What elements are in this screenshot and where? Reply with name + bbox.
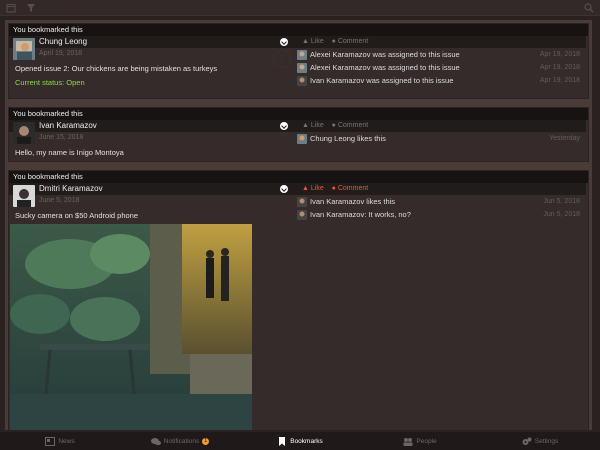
search-icon[interactable] xyxy=(584,3,594,13)
people-icon xyxy=(403,437,413,446)
reactions-panel: ▲ Like ● Comment Alexei Karamazov was as… xyxy=(273,36,586,87)
like-button[interactable]: ▲ Like xyxy=(302,185,324,192)
tab-settings[interactable]: Settings xyxy=(480,432,600,450)
reaction-item: Ivan Karamazov likes this Jun 5, 2018 xyxy=(292,195,586,208)
story-date: June 5, 2018 xyxy=(39,197,80,204)
avatar[interactable] xyxy=(13,38,35,60)
alert-icon xyxy=(273,50,291,68)
tab-news[interactable]: News xyxy=(0,432,120,450)
story-photo[interactable] xyxy=(10,224,252,430)
reaction-item: Chung Leong likes this Yesterday xyxy=(292,132,586,145)
news-icon xyxy=(45,436,56,446)
tab-bookmarks[interactable]: Bookmarks xyxy=(240,432,360,450)
avatar xyxy=(297,76,307,86)
author-line: Chung Leong xyxy=(9,36,292,48)
story-date: April 19, 2018 xyxy=(39,50,83,57)
comment-button[interactable]: ● Comment xyxy=(332,185,369,192)
top-bar xyxy=(0,0,600,16)
card-header: You bookmarked this xyxy=(9,108,588,120)
reaction-item: Ivan Karamazov: It works, no? Jun 5, 201… xyxy=(292,208,586,221)
action-bar: ▲ Like ● Comment xyxy=(292,183,586,195)
author-line: Dmitri Karamazov xyxy=(9,183,292,195)
bookmark-icon xyxy=(279,436,286,446)
chat-bubbles-icon xyxy=(150,437,161,445)
story-card: You bookmarked this Ivan Karamazov June … xyxy=(8,107,589,162)
reactions-panel: ▲ Like ● Comment Ivan Karamazov likes th… xyxy=(292,183,586,221)
filter-icon[interactable] xyxy=(26,3,36,13)
author-line: Ivan Karamazov xyxy=(9,120,292,132)
avatar[interactable] xyxy=(13,122,35,144)
story-text: Opened issue 2: Our chickens are being m… xyxy=(15,64,218,73)
story-contents: Dmitri Karamazov June 5, 2018 Sucky came… xyxy=(9,183,292,221)
avatar xyxy=(297,134,307,144)
card-header: You bookmarked this xyxy=(9,24,588,36)
story-text: Hello, my name is Inigo Montoya xyxy=(15,148,124,157)
avatar xyxy=(297,210,307,220)
comment-button[interactable]: ● Comment xyxy=(332,122,369,129)
author-name[interactable]: Chung Leong xyxy=(39,37,87,46)
story-card: You bookmarked this Chung Leong April 19… xyxy=(8,23,589,99)
card-header: You bookmarked this xyxy=(9,171,588,183)
avatar xyxy=(297,197,307,207)
action-bar: ▲ Like ● Comment xyxy=(292,120,586,132)
tab-notifications[interactable]: Notifications 1 xyxy=(120,432,240,450)
reactions-panel: ▲ Like ● Comment Chung Leong likes this … xyxy=(292,120,586,157)
avatar xyxy=(297,50,307,60)
reaction-item: Ivan Karamazov was assigned to this issu… xyxy=(292,74,586,87)
notification-badge: 1 xyxy=(202,437,210,445)
bottom-nav: News Notifications 1 Bookmarks People Se… xyxy=(0,432,600,450)
reaction-item: Alexei Karamazov was assigned to this is… xyxy=(292,48,586,61)
calendar-icon[interactable] xyxy=(6,3,16,13)
comment-button[interactable]: ● Comment xyxy=(332,38,369,45)
action-bar: ▲ Like ● Comment xyxy=(292,36,586,48)
avatar xyxy=(297,63,307,73)
status-text: Current status: Open xyxy=(15,78,85,87)
like-button[interactable]: ▲ Like xyxy=(302,38,324,45)
gears-icon xyxy=(522,437,532,445)
reaction-item: Alexei Karamazov was assigned to this is… xyxy=(292,61,586,74)
story-text: Sucky camera on $50 Android phone xyxy=(15,211,138,220)
story-date: June 15, 2018 xyxy=(39,134,84,141)
author-name[interactable]: Ivan Karamazov xyxy=(39,121,97,130)
chevron-down-icon[interactable] xyxy=(280,122,288,130)
chevron-down-icon[interactable] xyxy=(280,185,288,193)
story-contents: Chung Leong April 19, 2018 Opened issue … xyxy=(9,36,292,87)
avatar[interactable] xyxy=(13,185,35,207)
like-button[interactable]: ▲ Like xyxy=(302,122,324,129)
tab-people[interactable]: People xyxy=(360,432,480,450)
chevron-down-icon[interactable] xyxy=(280,38,288,46)
author-name[interactable]: Dmitri Karamazov xyxy=(39,184,103,193)
story-contents: Ivan Karamazov June 15, 2018 Hello, my n… xyxy=(9,120,292,157)
